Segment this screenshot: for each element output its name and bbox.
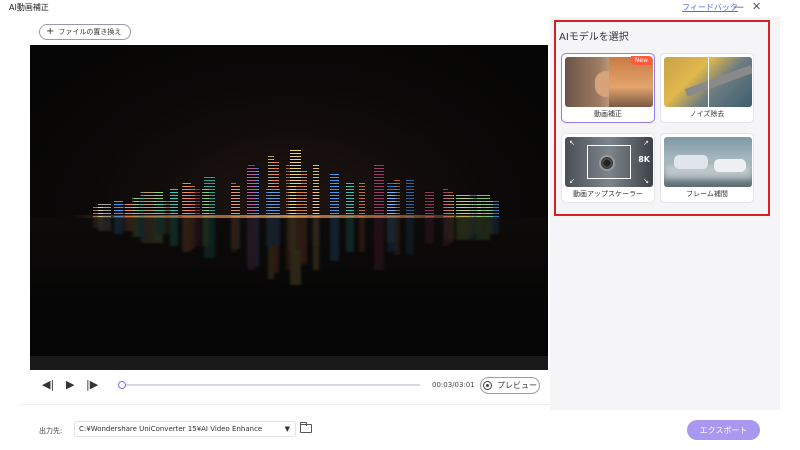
skyline-building <box>295 217 305 249</box>
skyline-building <box>143 191 154 217</box>
model-card-label: 動画アップスケーラー <box>573 190 643 198</box>
skyline-building <box>373 217 385 269</box>
skyline-building <box>201 217 209 247</box>
skyline-building <box>266 217 280 247</box>
skyline-building <box>114 217 124 236</box>
skyline-building <box>425 217 435 245</box>
skyline-building <box>181 217 195 250</box>
skyline-building <box>387 217 397 254</box>
skyline-building <box>486 217 493 235</box>
skyline-building <box>248 217 255 271</box>
timecode: 00:03/03:01 <box>432 381 475 389</box>
skyline-building <box>406 180 414 217</box>
feedback-link[interactable]: フィードバック <box>682 2 738 13</box>
output-path-select[interactable]: C:¥Wondershare UniConverter 15¥AI Video … <box>74 421 296 437</box>
model-card-noise-removal[interactable]: ノイズ除去 <box>660 53 754 123</box>
folder-icon[interactable] <box>300 422 312 433</box>
output-path-value: C:¥Wondershare UniConverter 15¥AI Video … <box>79 425 263 433</box>
playback-controls: ◀| ▶ |▶ 00:03/03:01 プレビュー <box>30 376 548 394</box>
skyline-building <box>312 217 319 270</box>
title-bar: AI動画補正 フィードバック — ✕ <box>0 0 800 16</box>
skyline-building <box>358 183 366 217</box>
skyline-building <box>330 173 339 217</box>
timeline-track[interactable] <box>122 384 420 386</box>
skyline-building <box>143 217 154 243</box>
skyline-building <box>345 181 354 217</box>
skyline-building <box>387 180 397 217</box>
noise-removal-thumbnail <box>664 57 752 107</box>
video-frame-skyline <box>30 145 548 217</box>
replace-file-button[interactable]: + ファイルの置き換え <box>39 24 131 40</box>
model-card-upscaler[interactable]: ↖ ↗ ↙ ↘ 8K 動画アップスケーラー <box>561 133 655 203</box>
preview-label: プレビュー <box>497 381 537 390</box>
skyline-building <box>406 217 414 254</box>
upscaler-thumbnail: ↖ ↗ ↙ ↘ 8K <box>565 137 653 187</box>
replace-file-label: ファイルの置き換え <box>58 28 122 36</box>
model-card-video-enhance[interactable]: New 動画補正 <box>561 53 655 123</box>
model-panel-title: AIモデルを選択 <box>559 32 629 43</box>
skyline-building <box>295 185 305 217</box>
skyline-building <box>330 217 339 261</box>
window-title: AI動画補正 <box>9 3 49 12</box>
skyline-building <box>373 165 385 217</box>
video-frame-bottom <box>30 356 548 370</box>
close-icon[interactable]: ✕ <box>752 0 761 13</box>
model-card-frame-interpolation[interactable]: フレーム補間 <box>660 133 754 203</box>
video-preview <box>30 45 548 370</box>
model-card-label: 動画補正 <box>594 110 622 118</box>
skyline-building <box>358 217 366 251</box>
skyline-building <box>312 164 319 217</box>
skyline-building <box>201 187 209 217</box>
skyline-building <box>447 192 454 217</box>
chevron-down-icon: ▼ <box>284 425 290 433</box>
output-label: 出力先: <box>39 427 63 435</box>
skyline-building <box>345 217 354 253</box>
next-frame-icon[interactable]: |▶ <box>86 378 98 391</box>
new-badge: New <box>630 56 652 65</box>
preview-button[interactable]: プレビュー <box>480 377 540 394</box>
minimize-icon[interactable]: — <box>733 0 744 13</box>
divider <box>20 404 550 405</box>
skyline-building <box>459 217 473 238</box>
skyline-building <box>447 217 454 242</box>
skyline-building <box>170 189 178 217</box>
skyline-building <box>155 217 167 234</box>
skyline-building <box>248 163 255 217</box>
app-window: AI動画補正 フィードバック — ✕ + ファイルの置き換え ◀| ▶ |▶ 0… <box>0 0 800 450</box>
skyline-building <box>124 217 134 232</box>
skyline-building <box>459 196 473 217</box>
export-button[interactable]: エクスポート <box>687 420 760 440</box>
skyline-building <box>181 184 195 217</box>
frame-interpolation-thumbnail <box>664 137 752 187</box>
upscaler-8k-text: 8K <box>638 155 650 164</box>
skyline-building <box>170 217 178 245</box>
video-frame-reflection <box>30 217 548 289</box>
play-icon[interactable]: ▶ <box>66 378 74 391</box>
previous-frame-icon[interactable]: ◀| <box>42 378 54 391</box>
model-card-label: ノイズ除去 <box>689 110 725 118</box>
model-card-label: フレーム補間 <box>686 190 728 198</box>
skyline-building <box>266 187 280 217</box>
skyline-building <box>425 189 435 217</box>
video-frame-shoreline <box>70 215 500 218</box>
skyline-building <box>231 217 238 251</box>
skyline-building <box>98 217 111 231</box>
plus-icon: + <box>46 26 55 37</box>
preview-icon <box>483 381 492 390</box>
skyline-building <box>231 183 238 217</box>
timeline-playhead[interactable] <box>118 381 126 389</box>
